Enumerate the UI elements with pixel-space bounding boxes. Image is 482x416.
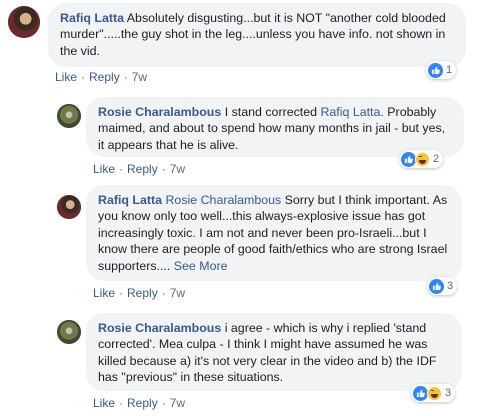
comment-actions: Like · Reply · 7w	[93, 162, 186, 176]
comment-actions: Like · Reply · 7w	[93, 286, 186, 300]
like-button[interactable]: Like	[93, 162, 115, 176]
reaction-count: 1	[446, 64, 453, 76]
comment-actions: Like · Reply · 7w	[93, 396, 186, 410]
mention-link[interactable]: Rosie Charalambous	[165, 193, 281, 207]
reaction-summary[interactable]: 2	[399, 150, 444, 168]
comment-text: I stand corrected	[224, 105, 318, 119]
comment-bubble: Rafiq Latta Absolutely disgusting...but …	[48, 3, 466, 67]
reaction-summary[interactable]: 3	[411, 384, 456, 402]
reaction-summary[interactable]: 1	[426, 61, 457, 79]
avatar[interactable]	[8, 6, 40, 38]
like-icon	[413, 385, 428, 401]
like-button[interactable]: Like	[93, 286, 115, 300]
avatar[interactable]	[57, 104, 81, 128]
like-icon	[428, 62, 443, 78]
comment-actions: Like · Reply · 7w	[55, 70, 148, 84]
reply-button[interactable]: Reply	[127, 162, 158, 176]
avatar[interactable]	[57, 320, 81, 344]
comment-bubble: Rafiq Latta Rosie Charalambous Sorry but…	[86, 185, 462, 281]
mention-link[interactable]: Rafiq Latta.	[320, 105, 383, 119]
like-button[interactable]: Like	[93, 396, 115, 410]
comment-author[interactable]: Rafiq Latta	[60, 11, 124, 25]
timestamp[interactable]: 7w	[170, 396, 185, 410]
avatar[interactable]	[57, 195, 81, 219]
comment-author[interactable]: Rafiq Latta	[98, 193, 162, 207]
timestamp[interactable]: 7w	[170, 286, 185, 300]
comment-bubble: Rosie Charalambous i agree - which is wh…	[86, 313, 462, 391]
see-more-link[interactable]: See More	[174, 259, 228, 273]
comment-author[interactable]: Rosie Charalambous	[98, 321, 221, 335]
reaction-count: 2	[433, 153, 440, 165]
reaction-count: 3	[445, 387, 452, 399]
reply-button[interactable]: Reply	[127, 286, 158, 300]
haha-icon	[427, 385, 442, 401]
reaction-summary[interactable]: 3	[427, 277, 458, 295]
timestamp[interactable]: 7w	[170, 162, 185, 176]
reply-button[interactable]: Reply	[127, 396, 158, 410]
reaction-count: 3	[447, 280, 454, 292]
comment-bubble: Rosie Charalambous I stand corrected Raf…	[86, 97, 464, 157]
like-button[interactable]: Like	[55, 70, 77, 84]
like-icon	[429, 278, 444, 294]
reply-button[interactable]: Reply	[89, 70, 120, 84]
comment-author[interactable]: Rosie Charalambous	[98, 105, 221, 119]
like-icon	[401, 151, 416, 167]
timestamp[interactable]: 7w	[132, 70, 147, 84]
haha-icon	[415, 151, 430, 167]
